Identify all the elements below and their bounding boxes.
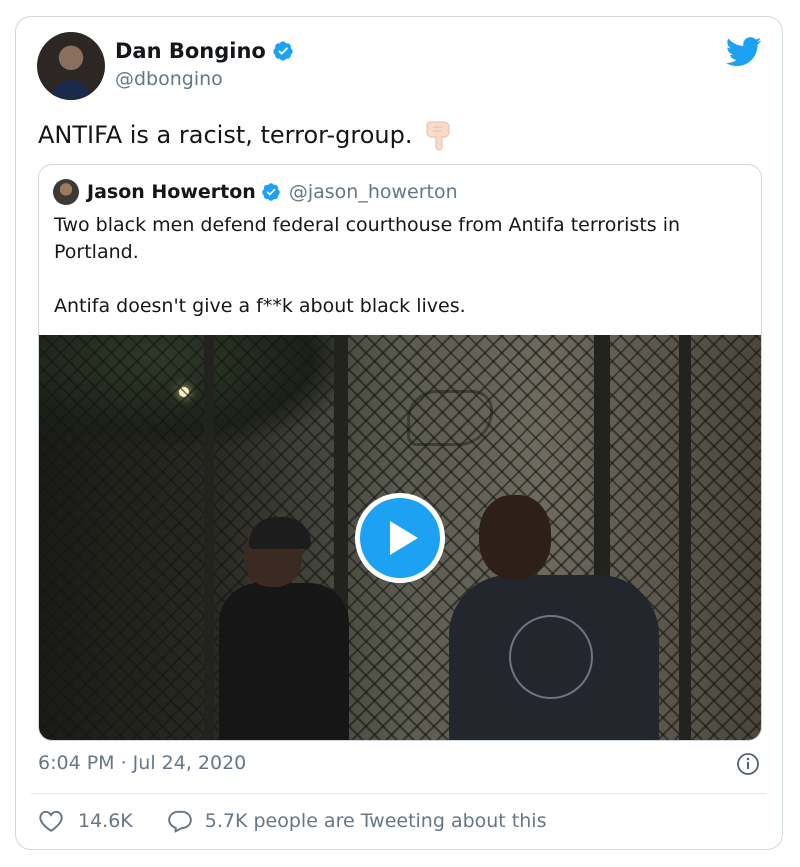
tweet-timestamp[interactable]: 6:04 PM · Jul 24, 2020	[38, 752, 246, 774]
quoted-tweet-header: Jason Howerton @jason_howerton	[53, 179, 458, 205]
quoted-tweet[interactable]: Jason Howerton @jason_howerton Two black…	[38, 164, 762, 741]
pointing-down-emoji-icon	[426, 121, 450, 151]
tweeting-about-link[interactable]: 5.7K people are Tweeting about this	[205, 810, 547, 832]
play-icon	[389, 521, 418, 555]
speech-bubble-icon[interactable]	[167, 809, 193, 833]
fence-post	[204, 335, 214, 740]
quoted-tweet-text: Two black men defend federal courthouse …	[54, 212, 754, 347]
person-right	[439, 495, 659, 740]
quoted-author-handle[interactable]: @jason_howerton	[289, 181, 458, 203]
verified-badge-icon	[273, 41, 293, 61]
tweet-text: ANTIFA is a racist, terror-group.	[38, 119, 452, 151]
quoted-text-line1: Two black men defend federal courthouse …	[54, 214, 681, 263]
heart-icon[interactable]	[38, 809, 64, 833]
divider	[31, 793, 767, 794]
video-thumbnail[interactable]	[39, 335, 761, 740]
twitter-bird-icon[interactable]	[726, 37, 762, 67]
tweet-text-content: ANTIFA is a racist, terror-group.	[38, 121, 413, 149]
quoted-author-name[interactable]: Jason Howerton	[87, 181, 256, 203]
like-count[interactable]: 14.6K	[78, 810, 133, 832]
tweet-actions: 14.6K 5.7K people are Tweeting about thi…	[38, 809, 546, 833]
quoted-text-line2: Antifa doesn't give a f**k about black l…	[54, 295, 466, 317]
fence-post	[679, 335, 691, 740]
quoted-verified-badge-icon	[262, 183, 280, 201]
tweet-card: Dan Bongino @dbongino ANTIFA is a racist…	[15, 16, 783, 850]
video-play-button[interactable]	[355, 493, 445, 583]
author-avatar[interactable]	[37, 32, 105, 100]
person-left	[219, 517, 349, 740]
author-handle[interactable]: @dbongino	[115, 68, 223, 90]
quoted-author-avatar[interactable]	[53, 179, 79, 205]
author-display-name[interactable]: Dan Bongino	[115, 39, 266, 63]
info-icon[interactable]	[736, 752, 760, 776]
author-name-row: Dan Bongino	[115, 39, 294, 63]
